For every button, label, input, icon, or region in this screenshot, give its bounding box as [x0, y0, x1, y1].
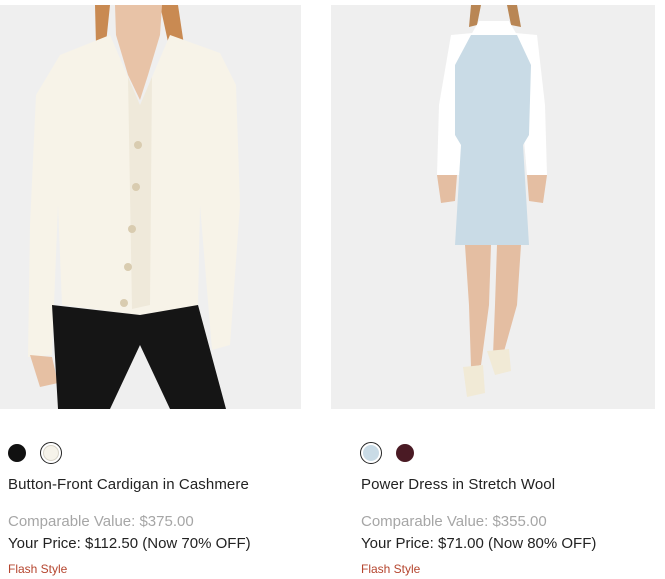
comparable-value: Comparable Value: $355.00: [361, 513, 547, 530]
swatch-burgundy[interactable]: [396, 444, 414, 462]
product-card-dress[interactable]: Power Dress in Stretch Wool Comparable V…: [331, 5, 655, 576]
swatch-ivory-dot: [43, 445, 59, 461]
flash-style-tag: Flash Style: [8, 562, 68, 576]
product-name[interactable]: Power Dress in Stretch Wool: [361, 476, 555, 493]
color-swatches: [8, 441, 76, 465]
product-card-cardigan[interactable]: Button-Front Cardigan in Cashmere Compar…: [0, 5, 301, 576]
swatch-burgundy-dot: [396, 444, 414, 462]
product-image-cardigan[interactable]: [0, 5, 301, 409]
product-name[interactable]: Button-Front Cardigan in Cashmere: [8, 476, 249, 493]
your-price: Your Price: $71.00 (Now 80% OFF): [361, 535, 597, 552]
flash-style-tag: Flash Style: [361, 562, 421, 576]
swatch-light-blue[interactable]: [360, 442, 382, 464]
swatch-black-dot: [8, 444, 26, 462]
comparable-value: Comparable Value: $375.00: [8, 513, 194, 530]
color-swatches: [360, 441, 428, 465]
swatch-light-blue-dot: [363, 445, 379, 461]
swatch-ivory[interactable]: [40, 442, 62, 464]
product-image-dress[interactable]: [331, 5, 655, 409]
your-price: Your Price: $112.50 (Now 70% OFF): [8, 535, 251, 552]
dress-photo: [331, 5, 655, 409]
cardigan-photo: [0, 5, 301, 409]
swatch-black[interactable]: [8, 444, 26, 462]
